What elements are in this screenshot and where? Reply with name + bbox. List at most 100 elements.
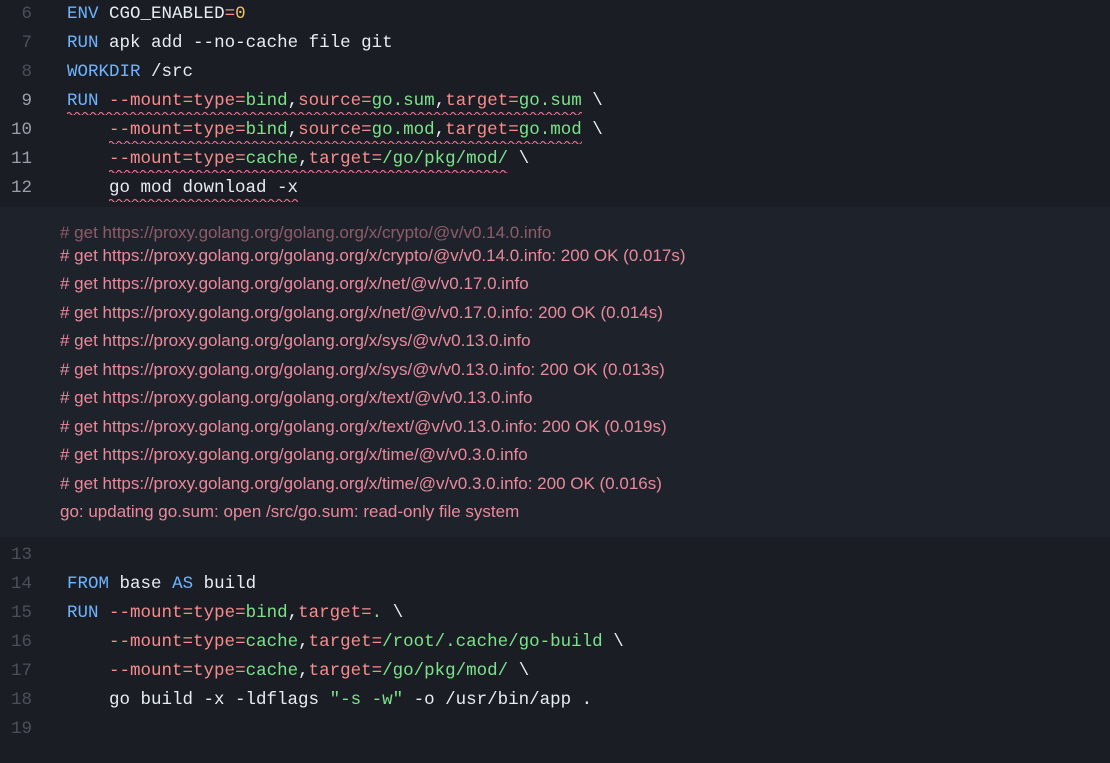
path: /src — [151, 62, 193, 82]
equals-op: = — [235, 603, 246, 623]
code-line[interactable]: 7 RUN apk add --no-cache file git — [0, 29, 1110, 58]
keyword-from: FROM — [67, 574, 109, 594]
output-line: # get https://proxy.golang.org/golang.or… — [0, 327, 1110, 356]
opt-key: source — [298, 120, 361, 140]
string-literal: "-s -w" — [330, 690, 404, 710]
equals-op: = — [183, 91, 194, 111]
opt-key: target — [309, 149, 372, 169]
output-line: # get https://proxy.golang.org/golang.or… — [0, 219, 1110, 248]
output-line: # get https://proxy.golang.org/golang.or… — [0, 270, 1110, 299]
opt-key: source — [298, 91, 361, 111]
inline-output-panel[interactable]: # get https://proxy.golang.org/golang.or… — [0, 207, 1110, 537]
literal: 0 — [235, 4, 246, 24]
line-number: 15 — [0, 599, 46, 628]
opt-key: type — [193, 661, 235, 681]
shell-cmd: go build -x -ldflags — [109, 690, 330, 710]
equals-op: = — [372, 661, 383, 681]
equals-op: = — [183, 632, 194, 652]
equals-op: = — [235, 91, 246, 111]
opt-val: cache — [246, 149, 299, 169]
flag: --mount — [109, 120, 183, 140]
code-line[interactable]: 14 FROM base AS build — [0, 570, 1110, 599]
code-line[interactable]: 19 — [0, 715, 1110, 744]
code-line[interactable]: 9 RUN --mount=type=bind,source=go.sum,ta… — [0, 87, 1110, 116]
equals-op: = — [235, 149, 246, 169]
opt-val: bind — [246, 603, 288, 623]
output-line: go: updating go.sum: open /src/go.sum: r… — [0, 498, 1110, 527]
flag: --mount — [109, 632, 183, 652]
line-number: 17 — [0, 657, 46, 686]
code-line[interactable]: 6 ENV CGO_ENABLED=0 — [0, 0, 1110, 29]
flag: --mount — [109, 603, 183, 623]
opt-val: /go/pkg/mod/ — [382, 149, 508, 169]
code-line[interactable]: 12 go mod download -x — [0, 174, 1110, 203]
line-continuation: \ — [519, 149, 530, 169]
error-underline: go mod download -x — [109, 174, 298, 203]
equals-op: = — [183, 120, 194, 140]
line-number: 8 — [0, 58, 46, 87]
equals-op: = — [361, 120, 372, 140]
line-number: 12 — [0, 174, 46, 203]
code-editor[interactable]: 6 ENV CGO_ENABLED=0 7 RUN apk add --no-c… — [0, 0, 1110, 763]
equals-op: = — [225, 4, 236, 24]
code-line[interactable]: 8 WORKDIR /src — [0, 58, 1110, 87]
equals-op: = — [183, 603, 194, 623]
opt-key: type — [193, 603, 235, 623]
error-underline: RUN --mount=type=bind,source=go.sum,targ… — [67, 87, 582, 116]
opt-key: target — [445, 91, 508, 111]
opt-val: go.sum — [372, 91, 435, 111]
output-line: # get https://proxy.golang.org/golang.or… — [0, 356, 1110, 385]
opt-key: target — [309, 661, 372, 681]
line-number: 16 — [0, 628, 46, 657]
line-continuation: \ — [592, 120, 603, 140]
output-line: # get https://proxy.golang.org/golang.or… — [0, 384, 1110, 413]
opt-key: type — [193, 120, 235, 140]
keyword-run: RUN — [67, 91, 99, 111]
equals-op: = — [361, 91, 372, 111]
code-line[interactable]: 10 --mount=type=bind,source=go.mod,targe… — [0, 116, 1110, 145]
equals-op: = — [235, 632, 246, 652]
equals-op: = — [508, 120, 519, 140]
line-number: 14 — [0, 570, 46, 599]
opt-key: target — [445, 120, 508, 140]
line-number: 9 — [0, 87, 46, 116]
line-number: 11 — [0, 145, 46, 174]
code-line[interactable]: 18 go build -x -ldflags "-s -w" -o /usr/… — [0, 686, 1110, 715]
opt-val: bind — [246, 91, 288, 111]
line-number: 10 — [0, 116, 46, 145]
opt-val: go.sum — [519, 91, 582, 111]
line-number: 6 — [0, 0, 46, 29]
code-line[interactable]: 15 RUN --mount=type=bind,target=. \ — [0, 599, 1110, 628]
env-var: CGO_ENABLED — [109, 4, 225, 24]
equals-op: = — [372, 632, 383, 652]
keyword-as: AS — [172, 574, 193, 594]
equals-op: = — [235, 661, 246, 681]
equals-op: = — [183, 149, 194, 169]
code-line[interactable]: 13 — [0, 541, 1110, 570]
line-continuation: \ — [393, 603, 404, 623]
keyword-run: RUN — [67, 603, 99, 623]
code-line[interactable]: 16 --mount=type=cache,target=/root/.cach… — [0, 628, 1110, 657]
flag: --mount — [109, 661, 183, 681]
line-continuation: \ — [613, 632, 624, 652]
stage-name: base — [120, 574, 162, 594]
line-number: 13 — [0, 541, 46, 570]
output-line: # get https://proxy.golang.org/golang.or… — [0, 441, 1110, 470]
opt-val: /root/.cache/go-build — [382, 632, 603, 652]
output-line: # get https://proxy.golang.org/golang.or… — [0, 299, 1110, 328]
line-continuation: \ — [592, 91, 603, 111]
shell-cmd: go mod download -x — [109, 178, 298, 198]
opt-key: target — [309, 632, 372, 652]
equals-op: = — [372, 149, 383, 169]
code-line[interactable]: 11 --mount=type=cache,target=/go/pkg/mod… — [0, 145, 1110, 174]
line-number: 18 — [0, 686, 46, 715]
opt-val: go.mod — [372, 120, 435, 140]
opt-val: cache — [246, 632, 299, 652]
code-line[interactable]: 17 --mount=type=cache,target=/go/pkg/mod… — [0, 657, 1110, 686]
line-number: 19 — [0, 715, 46, 744]
opt-key: type — [193, 149, 235, 169]
equals-op: = — [235, 120, 246, 140]
opt-key: type — [193, 632, 235, 652]
line-continuation: \ — [519, 661, 530, 681]
error-underline: --mount=type=cache,target=/go/pkg/mod/ — [109, 145, 508, 174]
